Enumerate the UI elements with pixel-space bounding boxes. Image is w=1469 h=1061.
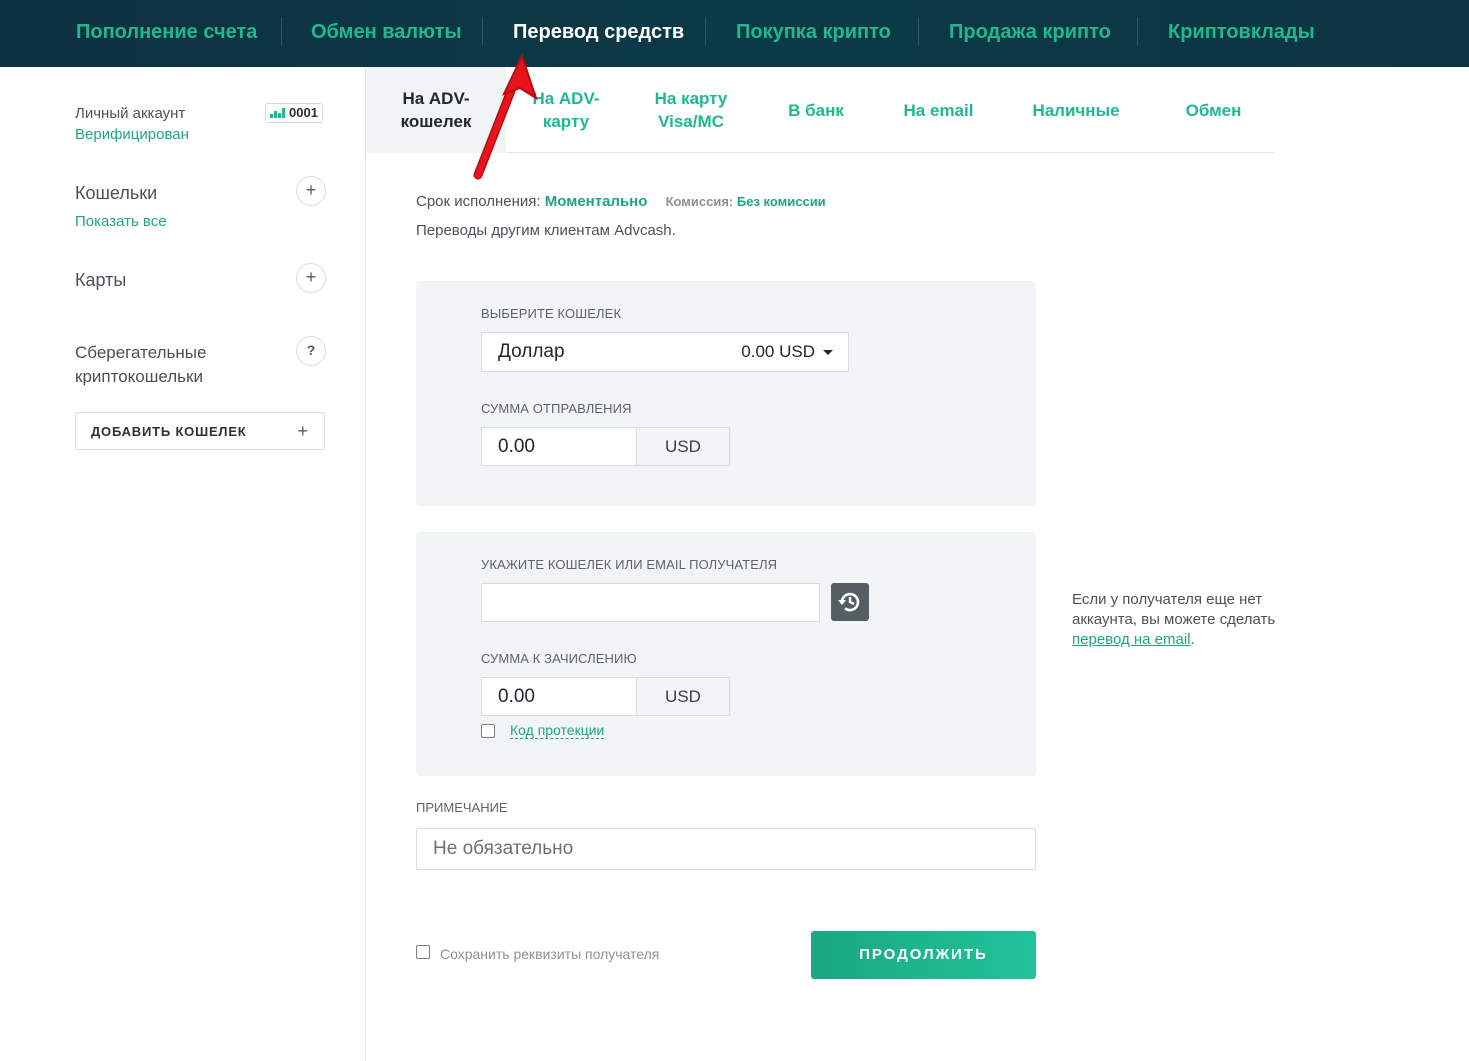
recipient-wallet-label: УКАЖИТЕ КОШЕЛЕК ИЛИ EMAIL ПОЛУЧАТЕЛЯ [481, 557, 778, 572]
topnav-sell-crypto[interactable]: Продажа крипто [949, 18, 1111, 46]
recipient-panel: УКАЖИТЕ КОШЕЛЕК ИЛИ EMAIL ПОЛУЧАТЕЛЯ СУМ… [416, 532, 1036, 776]
caret-down-icon [823, 349, 833, 355]
save-recipient-label[interactable]: Сохранить реквизиты получателя [440, 946, 659, 962]
save-recipient-checkbox[interactable] [416, 945, 430, 959]
topnav-buy-crypto[interactable]: Покупка крипто [736, 18, 891, 46]
account-status: Верифицирован [75, 126, 189, 143]
protection-code-checkbox[interactable] [481, 724, 495, 738]
email-transfer-hint: Если у получателя еще нет аккаунта, вы м… [1072, 590, 1302, 650]
fee-value: Без комиссии [736, 194, 826, 209]
term-value: Моментально [544, 193, 648, 210]
receive-amount-input[interactable] [481, 677, 637, 716]
protection-code-link[interactable]: Код протекции [510, 723, 605, 739]
term-label: Срок исполнения: [416, 193, 541, 210]
tab-adv-wallet[interactable]: На ADV- кошелек [366, 67, 506, 153]
topnav-divider [281, 17, 282, 45]
recipient-history-button[interactable] [831, 583, 869, 621]
plus-icon: + [297, 420, 308, 441]
tab-visa-mc[interactable]: На карту Visa/MC [626, 67, 756, 153]
tab-cash[interactable]: Наличные [1001, 67, 1151, 153]
transfer-description: Переводы другим клиентам Advcash. [416, 222, 676, 239]
tab-exchange[interactable]: Обмен [1151, 67, 1276, 153]
transfer-terms: Срок исполнения: Моментально Комиссия: Б… [416, 193, 826, 210]
account-badge-number: 0001 [289, 105, 318, 120]
topnav-deposit[interactable]: Пополнение счета [76, 18, 257, 46]
email-transfer-link[interactable]: перевод на email [1072, 631, 1191, 648]
send-amount-label: СУММА ОТПРАВЛЕНИЯ [481, 401, 632, 416]
tab-bank[interactable]: В банк [756, 67, 876, 153]
add-wallet-label: ДОБАВИТЬ КОШЕЛЕК [91, 423, 247, 439]
wallet-select[interactable]: Доллар 0.00 USD [481, 332, 849, 372]
hint-text: Если у получателя еще нет аккаунта, вы м… [1072, 591, 1276, 628]
signal-bars-icon [270, 108, 285, 118]
sender-panel: ВЫБЕРИТЕ КОШЕЛЕК Доллар 0.00 USD СУММА О… [416, 281, 1036, 506]
savings-help-button[interactable]: ? [296, 336, 326, 366]
wallet-name: Доллар [498, 341, 565, 362]
fee-label: Комиссия: [665, 194, 734, 209]
send-currency: USD [636, 427, 730, 466]
wallet-balance: 0.00 USD [741, 342, 815, 361]
add-card-plus-button[interactable]: + [296, 263, 326, 293]
note-label: ПРИМЕЧАНИЕ [416, 800, 508, 815]
topnav-crypto-deposits[interactable]: Криптовклады [1168, 18, 1315, 46]
account-label: Личный аккаунт [75, 105, 186, 122]
wallets-title: Кошельки [75, 183, 158, 203]
sidebar: Личный аккаунт Верифицирован 0001 Кошель… [0, 67, 366, 1061]
topnav-divider [918, 17, 919, 45]
tab-email[interactable]: На email [876, 67, 1001, 153]
receive-currency: USD [636, 677, 730, 716]
topnav-divider [1137, 17, 1138, 45]
topnav-transfer[interactable]: Перевод средств [513, 18, 684, 46]
hint-end: . [1190, 631, 1195, 648]
add-wallet-plus-button[interactable]: + [296, 176, 326, 206]
transfer-type-tabs: На ADV- кошелек На ADV- карту На карту V… [366, 67, 1275, 153]
note-input[interactable] [416, 828, 1036, 870]
account-level-badge[interactable]: 0001 [265, 103, 323, 123]
recipient-wallet-input[interactable] [481, 583, 820, 622]
topnav-divider [482, 17, 483, 45]
send-amount-input[interactable] [481, 427, 637, 466]
wallet-select-label: ВЫБЕРИТЕ КОШЕЛЕК [481, 306, 622, 321]
history-icon [838, 592, 860, 612]
add-wallet-button[interactable]: ДОБАВИТЬ КОШЕЛЕК + [75, 412, 325, 450]
continue-button[interactable]: ПРОДОЛЖИТЬ [811, 931, 1036, 979]
savings-title-line1: Сберегательные [75, 343, 207, 362]
cards-title: Карты [75, 270, 127, 290]
fee-info: Комиссия: Без комиссии [666, 194, 826, 209]
show-all-wallets-link[interactable]: Показать все [75, 213, 167, 230]
tab-adv-card[interactable]: На ADV- карту [506, 67, 626, 153]
topnav-divider [705, 17, 706, 45]
topnav-exchange[interactable]: Обмен валюты [311, 18, 462, 46]
receive-amount-label: СУММА К ЗАЧИСЛЕНИЮ [481, 651, 637, 666]
top-navigation: Пополнение счета Обмен валюты Перевод ср… [0, 0, 1469, 67]
savings-title-line2: криптокошельки [75, 367, 203, 386]
